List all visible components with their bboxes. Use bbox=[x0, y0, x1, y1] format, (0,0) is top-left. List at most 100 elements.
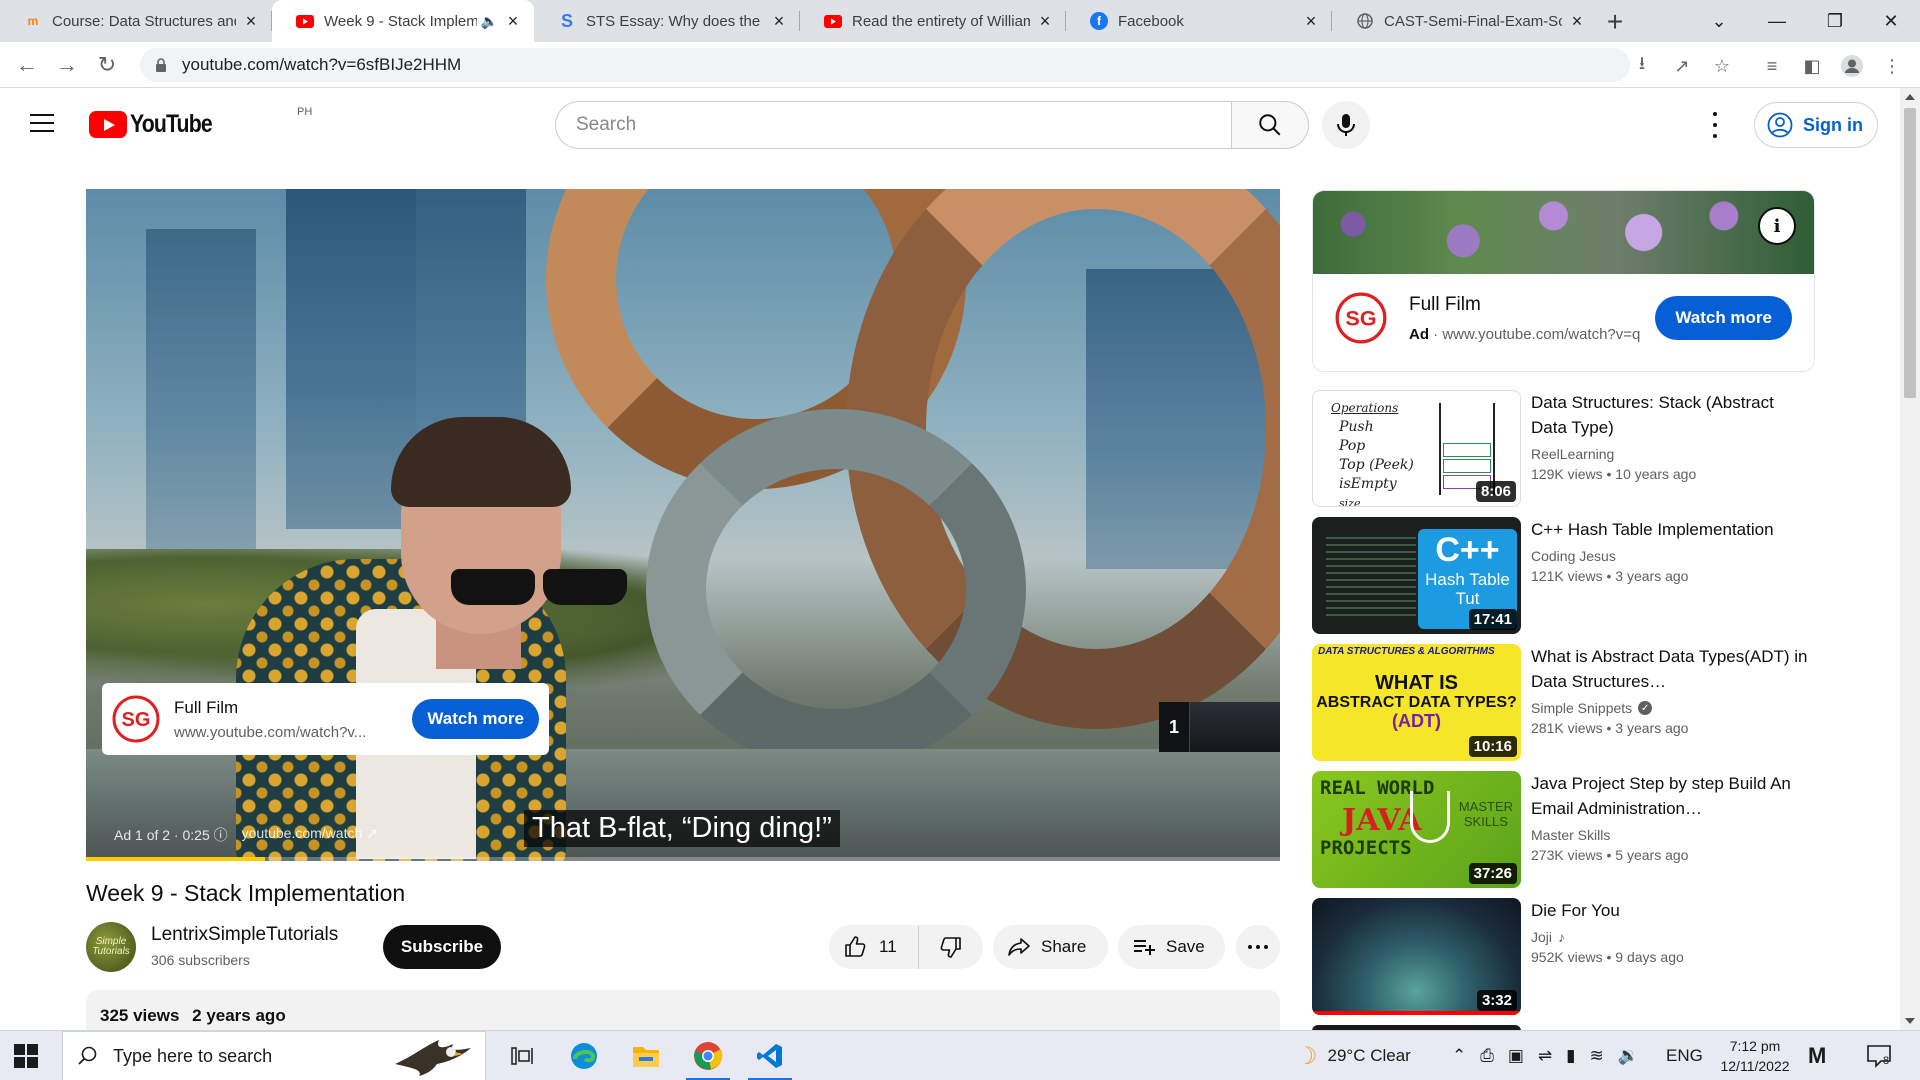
recommendation-item[interactable]: Operations Push Pop Top (Peek) isEmpty s… bbox=[1312, 390, 1815, 508]
share-page-icon[interactable]: ↗ bbox=[1670, 54, 1694, 78]
description-box[interactable]: 325 views 2 years ago bbox=[86, 990, 1280, 1030]
minimize-button[interactable]: — bbox=[1748, 0, 1806, 42]
channel-avatar[interactable]: Simple Tutorials bbox=[86, 922, 136, 972]
video-title[interactable]: Java Project Step by step Build An Email… bbox=[1531, 771, 1811, 821]
ad-link[interactable]: youtube.com/watch ↗ bbox=[242, 825, 378, 845]
tab-search-chevron-icon[interactable]: ⌄ bbox=[1690, 0, 1748, 42]
channel-name[interactable]: Master Skills bbox=[1531, 827, 1610, 843]
ad-next-preview[interactable]: 1 bbox=[1159, 702, 1280, 752]
file-explorer-icon[interactable] bbox=[618, 1031, 674, 1080]
more-actions-icon[interactable] bbox=[1236, 925, 1280, 969]
close-tab-icon[interactable]: × bbox=[1302, 11, 1320, 32]
new-tab-button[interactable]: + bbox=[1600, 6, 1630, 38]
close-tab-icon[interactable]: × bbox=[1036, 11, 1054, 32]
video-duration: 37:26 bbox=[1468, 863, 1517, 884]
media-control-icon[interactable]: ≡ bbox=[1760, 54, 1784, 78]
video-title[interactable]: What is Abstract Data Types(ADT) in Data… bbox=[1531, 644, 1811, 694]
player-ad-card[interactable]: SG Full Film www.youtube.com/watch?v... … bbox=[102, 683, 549, 755]
close-window-button[interactable]: ✕ bbox=[1862, 0, 1920, 42]
search-button[interactable] bbox=[1231, 101, 1309, 149]
channel-name[interactable]: LentrixSimpleTutorials bbox=[151, 924, 338, 946]
camera-icon[interactable]: ⎙ bbox=[1480, 1046, 1494, 1066]
close-tab-icon[interactable]: × bbox=[1568, 11, 1586, 32]
chrome-menu-icon[interactable]: ⋮ bbox=[1880, 54, 1904, 78]
url-field[interactable]: youtube.com/watch?v=6sfBIJe2HHM bbox=[140, 48, 1630, 82]
subscribe-button[interactable]: Subscribe bbox=[383, 925, 501, 969]
info-icon[interactable]: i bbox=[1758, 207, 1796, 245]
windows-start-icon[interactable] bbox=[14, 1044, 38, 1068]
meet-now-icon[interactable]: M bbox=[1808, 1031, 1826, 1080]
sign-in-button[interactable]: Sign in bbox=[1754, 102, 1878, 148]
voice-search-button[interactable] bbox=[1322, 101, 1370, 149]
recommendation-item[interactable]: 3:32 Die For You Joji ♪ 952K views • 9 da… bbox=[1312, 898, 1815, 1016]
video-player[interactable]: SG Full Film www.youtube.com/watch?v... … bbox=[86, 189, 1280, 861]
taskbar-clock[interactable]: 7:12 pm 12/11/2022 bbox=[1710, 1036, 1800, 1076]
tab-sts-essay[interactable]: S STS Essay: Why does the future not nee… bbox=[534, 0, 800, 42]
edge-browser-icon[interactable] bbox=[556, 1031, 612, 1080]
restore-button[interactable]: ❐ bbox=[1806, 0, 1864, 42]
info-icon: ⓘ bbox=[213, 827, 228, 843]
close-tab-icon[interactable]: × bbox=[504, 11, 522, 32]
forward-button[interactable]: → bbox=[52, 50, 82, 80]
settings-menu-icon[interactable] bbox=[1705, 112, 1725, 138]
scrollbar-thumb[interactable] bbox=[1904, 108, 1916, 398]
video-title[interactable]: Die For You bbox=[1531, 898, 1811, 923]
youtube-logo[interactable]: YouTube PH bbox=[89, 106, 312, 139]
wifi-icon[interactable]: ≋ bbox=[1590, 1046, 1604, 1066]
dislike-button[interactable] bbox=[919, 935, 983, 959]
volume-icon[interactable]: 🔉 bbox=[1618, 1046, 1639, 1066]
video-thumbnail[interactable]: Operations Push Pop Top (Peek) isEmpty s… bbox=[1312, 390, 1521, 507]
channel-name[interactable]: Joji bbox=[1531, 929, 1552, 945]
weather-widget[interactable]: ☽ 29°C Clear bbox=[1296, 1031, 1411, 1080]
channel-name[interactable]: Simple Snippets bbox=[1531, 700, 1632, 716]
channel-name[interactable]: ReelLearning bbox=[1531, 446, 1614, 462]
ad-title: Full Film bbox=[174, 697, 239, 717]
search-input[interactable]: Search bbox=[555, 101, 1232, 149]
video-title[interactable]: Data Structures: Stack (Abstract Data Ty… bbox=[1531, 390, 1811, 440]
reload-button[interactable]: ↻ bbox=[92, 50, 122, 80]
tab-course[interactable]: m Course: Data Structures and Algorithms… bbox=[0, 0, 272, 42]
tab-read-william[interactable]: Read the entirety of William × bbox=[800, 0, 1066, 42]
share-button[interactable]: Share bbox=[993, 925, 1108, 969]
close-tab-icon[interactable]: × bbox=[242, 11, 260, 32]
recommendation-item[interactable]: DATA STRUCTURES & ALGORITHMS WHAT IS ABS… bbox=[1312, 644, 1815, 762]
page-scrollbar[interactable] bbox=[1900, 88, 1920, 1030]
save-button[interactable]: Save bbox=[1118, 925, 1225, 969]
taskbar-search-input[interactable]: Type here to search bbox=[62, 1031, 486, 1080]
tab-week9[interactable]: Week 9 - Stack Implementation 🔈 × bbox=[272, 0, 534, 42]
chrome-icon[interactable] bbox=[680, 1031, 736, 1080]
watch-more-button[interactable]: Watch more bbox=[412, 699, 539, 739]
task-view-icon[interactable] bbox=[494, 1031, 550, 1080]
video-thumbnail[interactable]: DATA STRUCTURES & ALGORITHMS WHAT IS ABS… bbox=[1312, 644, 1521, 761]
video-title[interactable]: C++ Hash Table Implementation bbox=[1531, 517, 1811, 542]
watch-more-button[interactable]: Watch more bbox=[1655, 296, 1792, 340]
language-indicator[interactable]: ENG bbox=[1666, 1031, 1703, 1080]
scroll-up-arrow-icon[interactable] bbox=[1905, 94, 1915, 100]
bookmark-star-icon[interactable]: ☆ bbox=[1710, 54, 1734, 78]
tab-facebook[interactable]: f Facebook × bbox=[1066, 0, 1332, 42]
channel-name[interactable]: Coding Jesus bbox=[1531, 548, 1616, 564]
video-thumbnail[interactable]: REAL WORLD JAVA PROJECTS MASTER SKILLS 37… bbox=[1312, 771, 1521, 888]
speaker-icon[interactable]: 🔈 bbox=[481, 13, 498, 30]
scroll-down-arrow-icon[interactable] bbox=[1905, 1018, 1915, 1024]
vscode-icon[interactable] bbox=[742, 1031, 798, 1080]
power-settings-icon[interactable]: ⇌ bbox=[1538, 1046, 1552, 1066]
screenshot-tool-icon[interactable]: ▣ bbox=[1508, 1046, 1524, 1066]
back-button[interactable]: ← bbox=[12, 50, 42, 80]
battery-icon[interactable]: ▮ bbox=[1566, 1046, 1575, 1066]
recommendation-item[interactable]: C++ Hash Table Tut 17:41 C++ Hash Table … bbox=[1312, 517, 1815, 635]
video-thumbnail[interactable]: 3:32 bbox=[1312, 898, 1521, 1015]
like-button[interactable]: 11 bbox=[829, 925, 919, 969]
tab-cast-exam[interactable]: CAST-Semi-Final-Exam-Sch × bbox=[1332, 0, 1598, 42]
profile-avatar-icon[interactable] bbox=[1840, 54, 1864, 78]
recommendation-item[interactable]: REAL WORLD JAVA PROJECTS MASTER SKILLS 37… bbox=[1312, 771, 1815, 889]
show-hidden-icons-chevron-icon[interactable]: ⌃ bbox=[1452, 1046, 1466, 1066]
side-panel-icon[interactable]: ◧ bbox=[1800, 54, 1824, 78]
sidebar-ad[interactable]: i SG Full Film Ad · www.youtube.com/watc… bbox=[1312, 190, 1815, 372]
notification-center-icon[interactable]: 8 bbox=[1866, 1031, 1892, 1080]
install-app-icon[interactable]: ⭳ bbox=[1630, 53, 1654, 78]
close-tab-icon[interactable]: × bbox=[770, 11, 788, 32]
video-thumbnail[interactable]: C++ Hash Table Tut 17:41 bbox=[1312, 517, 1521, 634]
ad-progress-bar[interactable] bbox=[86, 857, 1280, 861]
guide-menu-icon[interactable] bbox=[30, 114, 54, 134]
